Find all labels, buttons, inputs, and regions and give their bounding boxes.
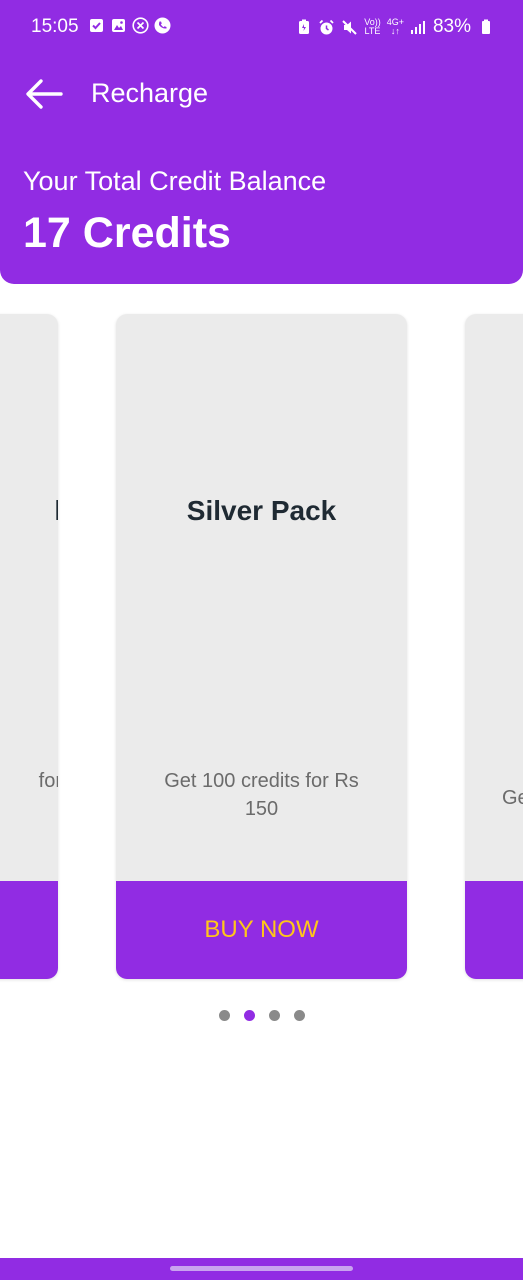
battery-icon [477, 19, 494, 36]
pack-card-previous[interactable]: k for [0, 314, 58, 979]
alarm-icon [318, 19, 335, 36]
buy-now-button[interactable]: BUY NOW [116, 881, 407, 979]
page-dot[interactable] [243, 1010, 255, 1021]
status-bar: 15:05 Vo)) LTE 4G+ ↓↑ 83% [0, 0, 523, 54]
pack-description: Get 100 credits for Rs 150 [164, 770, 359, 820]
page-title: Recharge [91, 78, 209, 108]
pack-description: for [38, 770, 58, 792]
balance-value: 17 Credits [23, 209, 231, 257]
pack-carousel[interactable]: k for Silver Pack Get 100 credits for Rs… [0, 284, 523, 1004]
data-arrows-icon: ↓↑ [390, 26, 400, 36]
signal-icon [410, 19, 427, 36]
page-dot[interactable] [268, 1010, 280, 1021]
app-bar: Recharge [0, 62, 523, 126]
image-icon [110, 17, 127, 34]
header: 15:05 Vo)) LTE 4G+ ↓↑ 83% Recharge Your … [0, 0, 523, 284]
carousel-page-indicator [0, 1010, 523, 1021]
pack-title: Silver Pack [186, 495, 337, 526]
network-type: 4G+ ↓↑ [387, 18, 404, 36]
page-dot[interactable] [293, 1010, 305, 1021]
status-time: 15:05 [31, 16, 79, 37]
pack-card-next[interactable]: Ge [465, 314, 523, 979]
buy-now-button[interactable] [0, 881, 58, 979]
battery-saver-icon [295, 19, 312, 36]
mute-icon [341, 19, 358, 36]
home-gesture-handle[interactable] [170, 1266, 353, 1271]
volte-bottom: LTE [364, 26, 381, 36]
buy-now-button[interactable] [465, 881, 523, 979]
pack-title: k [54, 495, 58, 527]
pack-card-silver[interactable]: Silver Pack Get 100 credits for Rs 150 B… [116, 314, 407, 979]
system-indicators: Vo)) LTE 4G+ ↓↑ 83% [295, 16, 494, 38]
pack-description: Ge [502, 787, 523, 809]
arrow-left-icon [26, 79, 63, 109]
phone-circle-icon [154, 17, 171, 34]
check-box-icon [88, 17, 105, 34]
volte-indicator: Vo)) LTE [364, 18, 381, 36]
notification-icons [88, 17, 171, 34]
battery-percent: 83% [432, 16, 471, 37]
page-dot[interactable] [218, 1010, 230, 1021]
close-circle-icon [132, 17, 149, 34]
recharge-screen: 15:05 Vo)) LTE 4G+ ↓↑ 83% Recharge Your … [0, 0, 523, 1280]
balance-label: Your Total Credit Balance [23, 166, 327, 196]
navigation-bar [0, 1258, 523, 1280]
back-button[interactable] [22, 72, 66, 116]
